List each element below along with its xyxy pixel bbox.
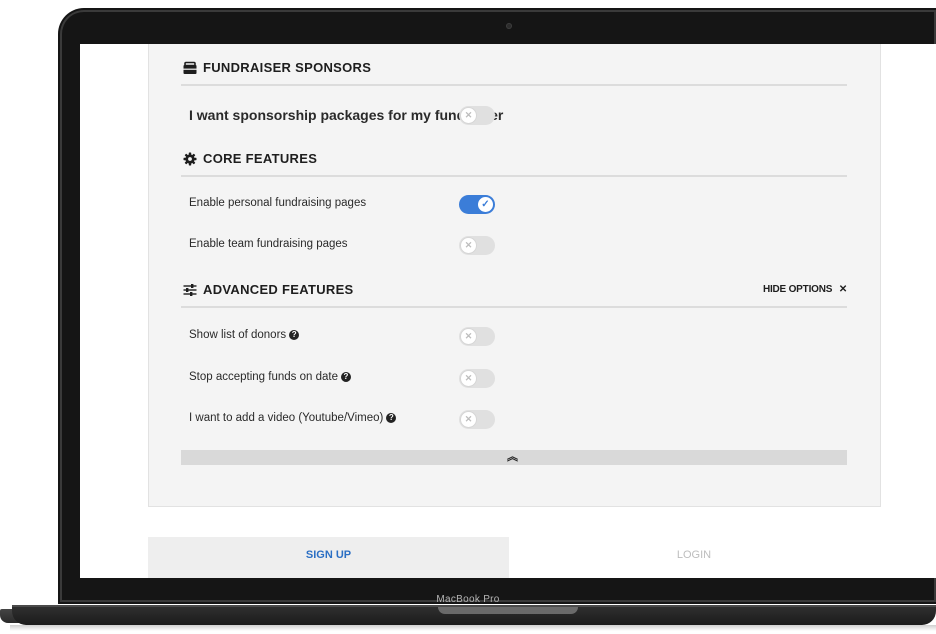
webcam-icon — [506, 23, 512, 29]
help-icon[interactable]: ? — [289, 329, 300, 340]
settings-panel: FUNDRAISER SPONSORS I want sponsorship p… — [148, 44, 881, 507]
device-label: MacBook Pro — [436, 594, 500, 605]
stop-funds-toggle[interactable]: ✕ — [459, 369, 495, 388]
help-icon[interactable]: ? — [386, 412, 397, 423]
collapse-options-bar[interactable]: ︽ — [181, 450, 847, 465]
section-header-sponsors: FUNDRAISER SPONSORS — [181, 54, 847, 86]
donor-list-toggle[interactable]: ✕ — [459, 327, 495, 346]
sponsorship-packages-label: I want sponsorship packages for my fundr… — [189, 107, 504, 123]
hide-options-button[interactable]: HIDE OPTIONS ✕ — [763, 284, 847, 295]
hide-options-label: HIDE OPTIONS — [762, 284, 833, 295]
stop-funds-label: Stop accepting funds on date? — [189, 371, 351, 383]
double-chevron-up-icon: ︽ — [507, 451, 518, 463]
personal-pages-toggle[interactable]: ✓ — [459, 195, 495, 214]
tab-sign-up[interactable]: SIGN UP — [148, 537, 509, 578]
video-text: I want to add a video (Youtube/Vimeo) — [189, 412, 384, 424]
stop-funds-text: Stop accepting funds on date — [189, 371, 338, 383]
check-icon: ✓ — [478, 197, 493, 212]
laptop-shadow — [10, 625, 936, 631]
close-icon: ✕ — [461, 238, 476, 253]
donor-list-label: Show list of donors? — [189, 329, 300, 341]
section-header-core: CORE FEATURES — [181, 145, 847, 177]
screen: FUNDRAISER SPONSORS I want sponsorship p… — [80, 44, 936, 578]
section-header-advanced: ADVANCED FEATURES HIDE OPTIONS ✕ — [181, 276, 847, 308]
sliders-icon — [183, 283, 197, 297]
close-icon: ✕ — [461, 371, 476, 386]
auth-tabs: SIGN UP LOGIN — [148, 537, 879, 578]
close-icon: ✕ — [461, 108, 476, 123]
close-icon: ✕ — [461, 412, 476, 427]
section-title: ADVANCED FEATURES — [203, 282, 354, 297]
gear-icon — [183, 152, 197, 166]
team-pages-label: Enable team fundraising pages — [189, 238, 348, 250]
briefcase-icon — [183, 61, 197, 75]
close-icon: ✕ — [838, 284, 847, 295]
video-label: I want to add a video (Youtube/Vimeo)? — [189, 412, 397, 424]
section-title: FUNDRAISER SPONSORS — [203, 60, 372, 75]
team-pages-toggle[interactable]: ✕ — [459, 236, 495, 255]
tab-login[interactable]: LOGIN — [509, 537, 879, 578]
section-title: CORE FEATURES — [203, 151, 318, 166]
video-toggle[interactable]: ✕ — [459, 410, 495, 429]
laptop-notch — [438, 607, 578, 614]
personal-pages-label: Enable personal fundraising pages — [189, 197, 367, 209]
donor-list-text: Show list of donors — [189, 329, 287, 341]
sponsorship-packages-toggle[interactable]: ✕ — [459, 106, 495, 125]
close-icon: ✕ — [461, 329, 476, 344]
help-icon[interactable]: ? — [340, 371, 351, 382]
